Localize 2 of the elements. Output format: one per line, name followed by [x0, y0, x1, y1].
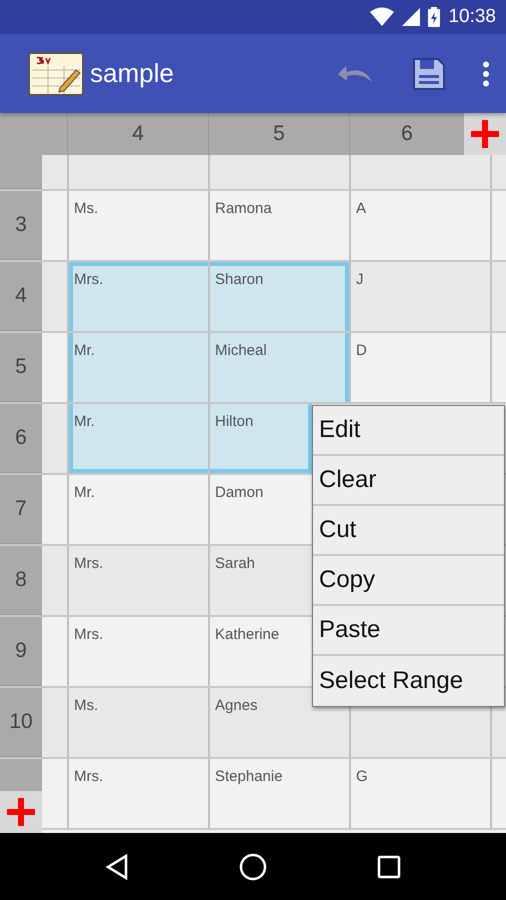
file-title: sample	[90, 58, 174, 89]
clock-time: 10:38	[448, 6, 496, 28]
